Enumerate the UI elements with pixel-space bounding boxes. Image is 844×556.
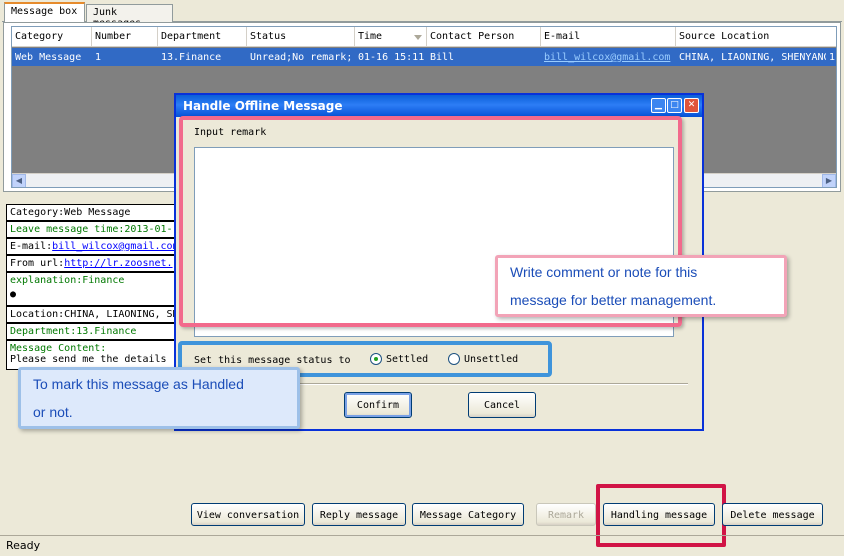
detail-content-label: Message Content: (10, 343, 107, 354)
detail-department: Department:13.Finance (6, 323, 178, 340)
sort-descending-icon (414, 35, 422, 40)
detail-explanation: explanation:Finance ● (6, 272, 178, 306)
cell-overflow: 1 (829, 52, 836, 63)
detail-email-link[interactable]: bill_wilcox@gmail.com (52, 241, 177, 252)
detail-content-text: Please send me the details (10, 354, 167, 365)
handling-message-button[interactable]: Handling message (603, 503, 715, 526)
dialog-title: Handle Offline Message (183, 99, 343, 113)
column-header-status[interactable]: Status (247, 27, 355, 47)
cell-status: Unread;No remark; (250, 52, 353, 63)
tab-strip: Message box Junk messages (2, 2, 842, 29)
detail-from-url-label: From url: (10, 258, 65, 269)
message-category-button[interactable]: Message Category (412, 503, 524, 526)
status-callout: To mark this message as Handled or not. (18, 367, 300, 429)
cell-email-link[interactable]: bill_wilcox@gmail.com (541, 48, 676, 66)
remark-button[interactable]: Remark (536, 503, 596, 526)
minimize-icon[interactable]: ▁ (651, 98, 666, 113)
cancel-button[interactable]: Cancel (468, 392, 536, 418)
status-text: Ready (6, 539, 41, 552)
column-header-department[interactable]: Department (158, 27, 247, 47)
detail-category: Category:Web Message (6, 204, 178, 221)
column-header-contact-person[interactable]: Contact Person (427, 27, 541, 47)
maximize-icon[interactable]: □ (667, 98, 682, 113)
column-header-number[interactable]: Number (92, 27, 158, 47)
confirm-button[interactable]: Confirm (344, 392, 412, 418)
column-header-category[interactable]: Category (12, 27, 92, 47)
remark-callout: Write comment or note for this message f… (495, 255, 787, 317)
bullet-icon: ● (10, 289, 17, 300)
detail-from-url-link[interactable]: http://lr.zoosnet. (64, 258, 172, 269)
detail-email-label: E-mail: (10, 241, 53, 252)
cell-number: 1 (95, 52, 102, 63)
detail-location: Location:CHINA, LIAONING, SHE (6, 306, 178, 323)
column-header-source-location[interactable]: Source Location (676, 27, 836, 47)
table-row[interactable]: Web Message 1 13.Finance Unread;No remar… (12, 48, 836, 66)
detail-message-content: Message Content: Please send me the deta… (6, 340, 178, 370)
dialog-title-bar[interactable]: Handle Offline Message ▁ □ ✕ (176, 95, 702, 117)
message-details: Category:Web Message Leave message time:… (6, 204, 178, 370)
detail-leave-time: Leave message time:2013-01- (6, 221, 178, 238)
tab-message-box[interactable]: Message box (4, 2, 85, 23)
remark-callout-line-1: Write comment or note for this (510, 264, 698, 280)
detail-from-url: From url:http://lr.zoosnet. (6, 255, 178, 272)
status-callout-line-1: To mark this message as Handled (33, 376, 244, 392)
table-header: Category Number Department Status Time C… (12, 27, 836, 47)
remark-callout-line-2: message for better management. (510, 292, 717, 308)
close-icon[interactable]: ✕ (684, 98, 699, 113)
scroll-left-icon[interactable]: ◀ (12, 174, 26, 187)
reply-message-button[interactable]: Reply message (312, 503, 406, 526)
view-conversation-button[interactable]: View conversation (191, 503, 305, 526)
cell-category: Web Message (15, 52, 82, 63)
cell-contact-person: Bill (430, 52, 455, 63)
delete-message-button[interactable]: Delete message (722, 503, 823, 526)
tab-junk-messages[interactable]: Junk messages (86, 4, 173, 29)
cell-time: 01-16 15:11 (358, 52, 425, 63)
column-header-email[interactable]: E-mail (541, 27, 676, 47)
detail-email: E-mail:bill_wilcox@gmail.com (6, 238, 178, 255)
status-callout-line-2: or not. (33, 404, 73, 420)
cell-source-location: CHINA, LIAONING, SHENYANG (679, 52, 826, 63)
detail-explanation-text: explanation:Finance (10, 275, 125, 286)
scroll-right-icon[interactable]: ▶ (822, 174, 836, 187)
column-header-time-label: Time (358, 31, 383, 42)
status-bar: Ready (0, 535, 844, 556)
cell-department: 13.Finance (161, 52, 222, 63)
column-header-time[interactable]: Time (355, 27, 427, 47)
